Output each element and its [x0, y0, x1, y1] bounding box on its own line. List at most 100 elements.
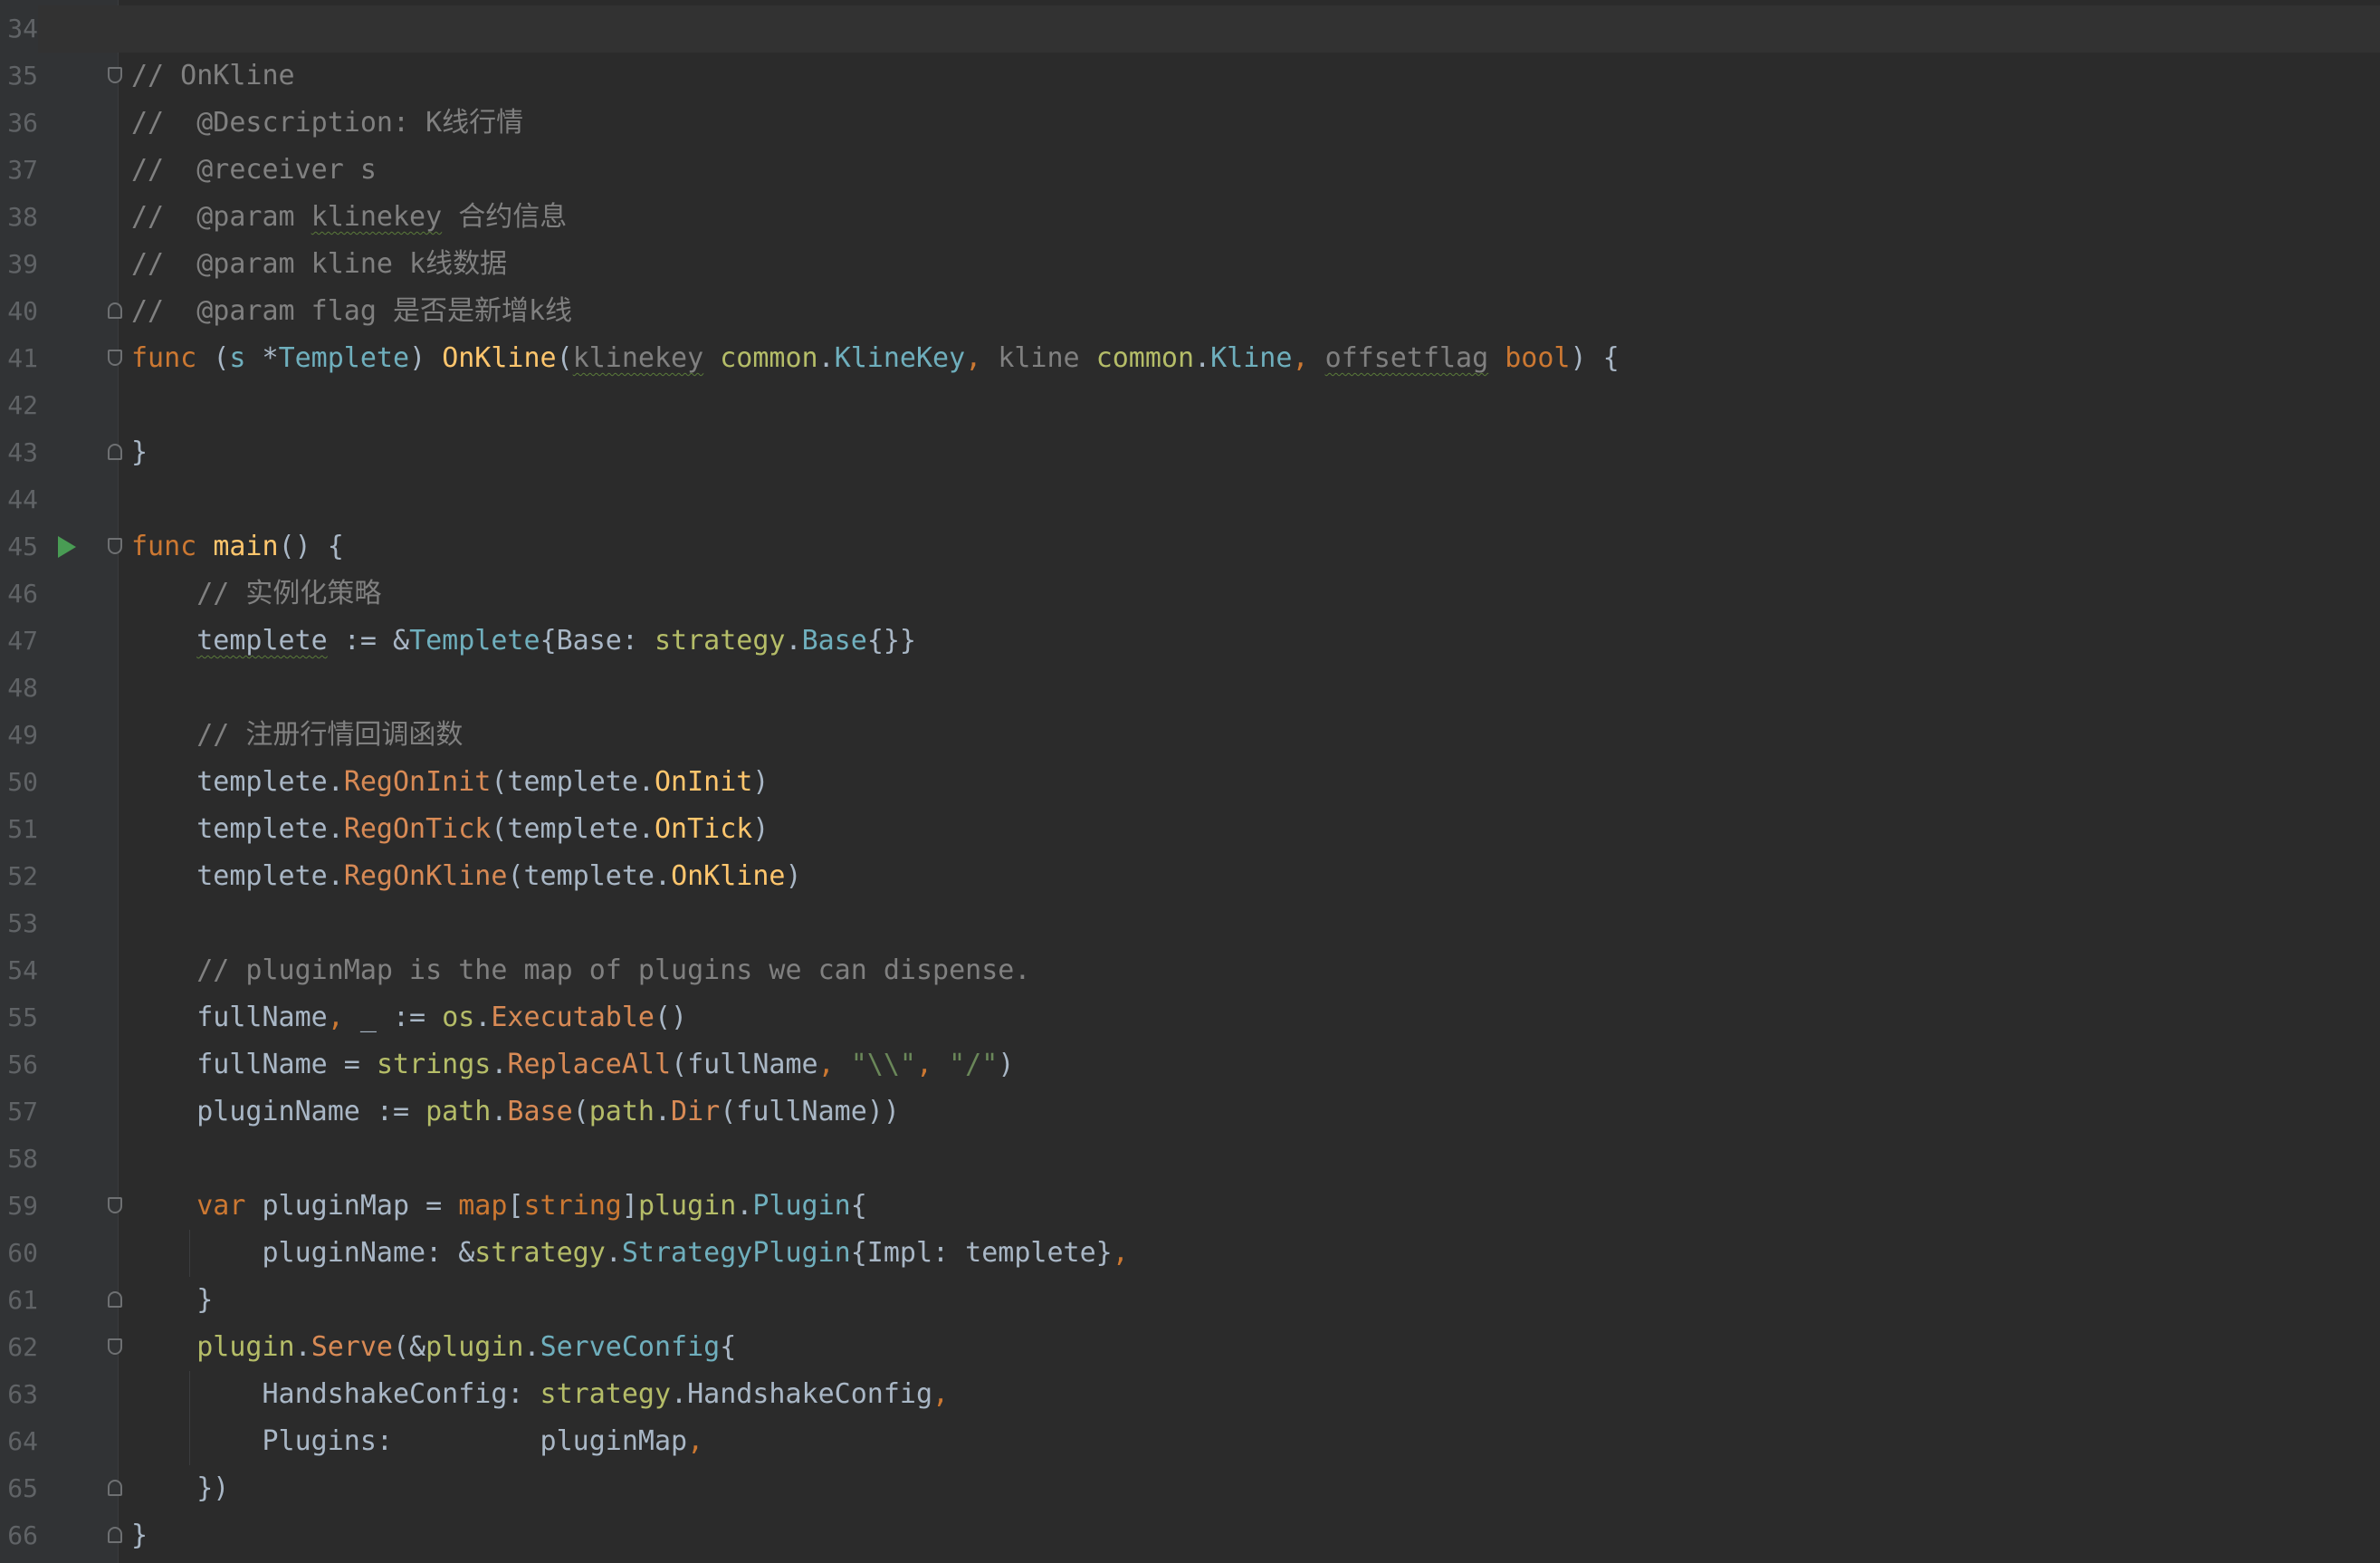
line-number[interactable]: 52 [0, 853, 38, 900]
code-line[interactable]: 51 templete.RegOnTick(templete.OnTick) [0, 806, 2380, 853]
code-line[interactable]: 34 [0, 5, 2380, 53]
line-number[interactable]: 36 [0, 100, 38, 147]
line-code[interactable]: // @param kline k线数据 [131, 241, 507, 288]
line-number[interactable]: 42 [0, 382, 38, 429]
code-line[interactable]: 57 pluginName := path.Base(path.Dir(full… [0, 1088, 2380, 1136]
code-line[interactable]: 46 // 实例化策略 [0, 571, 2380, 618]
line-code[interactable]: } [131, 1277, 213, 1324]
fold-end-icon[interactable] [108, 302, 122, 319]
line-number[interactable]: 50 [0, 759, 38, 806]
code-line[interactable]: 42 [0, 382, 2380, 429]
line-code[interactable]: // @param klinekey 合约信息 [131, 194, 567, 241]
line-code[interactable]: fullName, _ := os.Executable() [131, 994, 687, 1041]
line-number[interactable]: 63 [0, 1371, 38, 1418]
line-number[interactable]: 40 [0, 288, 38, 335]
line-number[interactable]: 34 [0, 5, 38, 53]
line-number[interactable]: 57 [0, 1088, 38, 1136]
line-number[interactable]: 47 [0, 618, 38, 665]
line-number[interactable]: 66 [0, 1512, 38, 1559]
line-code[interactable]: templete.RegOnTick(templete.OnTick) [131, 806, 769, 853]
line-number[interactable]: 44 [0, 476, 38, 523]
run-icon[interactable] [58, 536, 76, 558]
line-code[interactable]: templete.RegOnKline(templete.OnKline) [131, 853, 801, 900]
line-code[interactable]: var pluginMap = map[string]plugin.Plugin… [131, 1183, 867, 1230]
code-line[interactable]: 66} [0, 1512, 2380, 1559]
code-line[interactable]: 47 templete := &Templete{Base: strategy.… [0, 618, 2380, 665]
code-line[interactable]: 63 HandshakeConfig: strategy.HandshakeCo… [0, 1371, 2380, 1418]
code-line[interactable]: 60 pluginName: &strategy.StrategyPlugin{… [0, 1230, 2380, 1277]
fold-end-icon[interactable] [108, 1480, 122, 1496]
line-number[interactable]: 53 [0, 900, 38, 947]
line-number[interactable]: 61 [0, 1277, 38, 1324]
code-line[interactable]: 58 [0, 1136, 2380, 1183]
line-number[interactable]: 46 [0, 571, 38, 618]
line-number[interactable]: 58 [0, 1136, 38, 1183]
line-code[interactable]: // 实例化策略 [131, 571, 381, 618]
code-line[interactable]: 65 }) [0, 1465, 2380, 1512]
line-code[interactable]: // 注册行情回调函数 [131, 712, 463, 759]
code-line[interactable]: 54 // pluginMap is the map of plugins we… [0, 947, 2380, 994]
fold-open-icon[interactable] [108, 1338, 122, 1355]
line-code[interactable]: // OnKline [131, 53, 295, 100]
fold-end-icon[interactable] [108, 1291, 122, 1308]
fold-end-icon[interactable] [108, 1527, 122, 1543]
code-line[interactable]: 53 [0, 900, 2380, 947]
code-line[interactable]: 43} [0, 429, 2380, 476]
code-line[interactable]: 44 [0, 476, 2380, 523]
line-number[interactable]: 54 [0, 947, 38, 994]
code-line[interactable]: 41 func (s *Templete) OnKline(klinekey co… [0, 335, 2380, 382]
line-number[interactable]: 48 [0, 665, 38, 712]
code-line[interactable]: 37 // @receiver s [0, 147, 2380, 194]
code-line[interactable]: 50 templete.RegOnInit(templete.OnInit) [0, 759, 2380, 806]
fold-open-icon[interactable] [108, 1197, 122, 1213]
fold-end-icon[interactable] [108, 444, 122, 460]
fold-open-icon[interactable] [108, 538, 122, 554]
line-number[interactable]: 37 [0, 147, 38, 194]
line-code[interactable]: templete := &Templete{Base: strategy.Bas… [131, 618, 916, 665]
line-number[interactable]: 62 [0, 1324, 38, 1371]
code-line[interactable]: 56 fullName = strings.ReplaceAll(fullNam… [0, 1041, 2380, 1088]
line-number[interactable]: 60 [0, 1230, 38, 1277]
code-line[interactable]: 39 // @param kline k线数据 [0, 241, 2380, 288]
code-line[interactable]: 52 templete.RegOnKline(templete.OnKline) [0, 853, 2380, 900]
line-code[interactable]: plugin.Serve(&plugin.ServeConfig{ [131, 1324, 736, 1371]
line-number[interactable]: 41 [0, 335, 38, 382]
code-line[interactable]: 35 // OnKline [0, 53, 2380, 100]
code-line[interactable]: 45 func main() { [0, 523, 2380, 571]
code-line[interactable]: 62 plugin.Serve(&plugin.ServeConfig{ [0, 1324, 2380, 1371]
line-code[interactable]: Plugins: pluginMap, [131, 1418, 703, 1465]
code-line[interactable]: 48 [0, 665, 2380, 712]
line-number[interactable]: 56 [0, 1041, 38, 1088]
line-code[interactable]: // @Description: K线行情 [131, 100, 523, 147]
line-number[interactable]: 51 [0, 806, 38, 853]
code-line[interactable]: 61 } [0, 1277, 2380, 1324]
line-number[interactable]: 64 [0, 1418, 38, 1465]
line-code[interactable]: } [131, 429, 148, 476]
line-number[interactable]: 59 [0, 1183, 38, 1230]
line-number[interactable]: 38 [0, 194, 38, 241]
line-code[interactable]: } [131, 1512, 148, 1559]
code-line[interactable]: 38 // @param klinekey 合约信息 [0, 194, 2380, 241]
code-line[interactable]: 36 // @Description: K线行情 [0, 100, 2380, 147]
code-line[interactable]: 59 var pluginMap = map[string]plugin.Plu… [0, 1183, 2380, 1230]
fold-open-icon[interactable] [108, 350, 122, 366]
line-number[interactable]: 65 [0, 1465, 38, 1512]
line-number[interactable]: 55 [0, 994, 38, 1041]
line-code[interactable]: fullName = strings.ReplaceAll(fullName, … [131, 1041, 1014, 1088]
code-line[interactable]: 49 // 注册行情回调函数 [0, 712, 2380, 759]
line-code[interactable]: HandshakeConfig: strategy.HandshakeConfi… [131, 1371, 949, 1418]
line-number[interactable]: 43 [0, 429, 38, 476]
line-code[interactable]: // @param flag 是否是新增k线 [131, 288, 572, 335]
line-code[interactable]: // @receiver s [131, 147, 377, 194]
line-code[interactable]: }) [131, 1465, 229, 1512]
fold-open-icon[interactable] [108, 67, 122, 83]
code-line[interactable]: 64 Plugins: pluginMap, [0, 1418, 2380, 1465]
line-code[interactable]: templete.RegOnInit(templete.OnInit) [131, 759, 769, 806]
line-code[interactable]: pluginName := path.Base(path.Dir(fullNam… [131, 1088, 900, 1136]
line-code[interactable]: pluginName: &strategy.StrategyPlugin{Imp… [131, 1230, 1128, 1277]
line-number[interactable]: 45 [0, 523, 38, 571]
code-editor[interactable]: 34 35 // OnKline 36 // @Description: K线行情 37 /… [0, 0, 2380, 1563]
code-line[interactable]: 40 // @param flag 是否是新增k线 [0, 288, 2380, 335]
line-code[interactable]: // pluginMap is the map of plugins we ca… [131, 947, 1030, 994]
line-number[interactable]: 39 [0, 241, 38, 288]
